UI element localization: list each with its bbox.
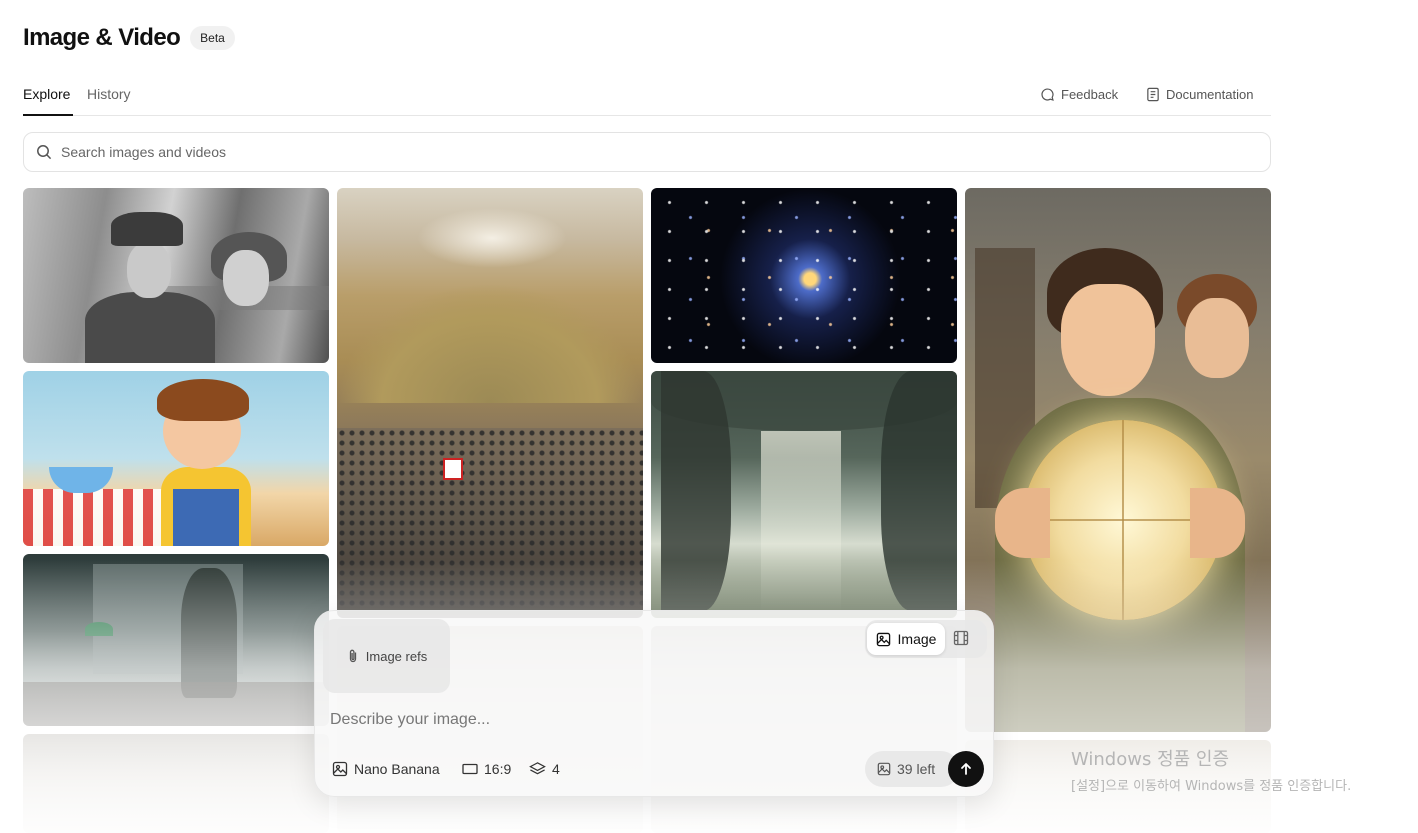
document-icon [1147,87,1159,102]
image-refs-button[interactable]: Image refs [323,619,450,693]
send-button[interactable] [948,751,984,787]
gallery-item-vintage-couple[interactable] [23,188,329,363]
tabs-row: Explore History Feedback Documentation [23,80,1271,116]
tab-history[interactable]: History [87,86,131,102]
active-tab-indicator [23,114,73,116]
gallery-item-crusader-battle[interactable] [337,188,643,618]
aspect-ratio-icon [462,763,478,775]
model-selector[interactable]: Nano Banana [332,761,440,777]
film-icon[interactable] [953,630,969,646]
gallery-item-boy-glowing-map[interactable] [965,188,1271,732]
watermark-subtitle: [설정]으로 이동하여 Windows를 정품 인증합니다. [1071,779,1352,794]
image-count-selector[interactable]: 4 [529,761,560,777]
image-icon [877,762,891,776]
chat-bubble-icon [1041,88,1054,101]
image-icon [876,632,890,646]
documentation-link[interactable]: Documentation [1146,87,1253,102]
page-title: Image & Video [23,24,181,51]
gallery-item-galaxy-field[interactable] [651,188,957,363]
search-input[interactable] [61,144,1161,160]
gallery-item-kid-banana[interactable] [23,371,329,546]
arrow-up-icon [961,763,971,775]
mode-image-label: Image [897,631,937,647]
aspect-ratio-label: 16:9 [484,761,512,777]
aspect-ratio-selector[interactable]: 16:9 [462,761,511,777]
prompt-input[interactable] [330,711,970,729]
gallery-item-forest-cathedral[interactable] [651,371,957,618]
search-bar[interactable] [23,132,1271,172]
beta-badge: Beta [190,26,235,50]
image-count-label: 4 [552,761,560,777]
feedback-link[interactable]: Feedback [1040,87,1118,102]
windows-activation-watermark: Windows 정품 인증 [설정]으로 이동하여 Windows를 정품 인증… [1071,745,1351,794]
model-label: Nano Banana [354,761,440,777]
layers-icon [529,762,546,775]
prompt-composer: Image refs Image Nano Banana 16:9 4 [314,610,994,797]
gallery-item-faded-1[interactable] [23,734,329,833]
search-icon [37,145,52,160]
watermark-title: Windows 정품 인증 [1071,749,1230,770]
feedback-label: Feedback [1061,87,1119,102]
credits-remaining: 39 left [865,751,959,787]
mode-toggle: Image [865,620,987,658]
mode-image-button[interactable]: Image [867,623,945,655]
gallery-item-detective-office[interactable] [23,554,329,726]
paperclip-icon [349,649,356,663]
credits-label: 39 left [897,761,936,777]
page-header: Image & Video Beta [23,24,235,52]
tab-explore[interactable]: Explore [23,86,70,102]
image-refs-label: Image refs [365,648,428,664]
image-icon [332,761,348,777]
documentation-label: Documentation [1166,87,1254,102]
